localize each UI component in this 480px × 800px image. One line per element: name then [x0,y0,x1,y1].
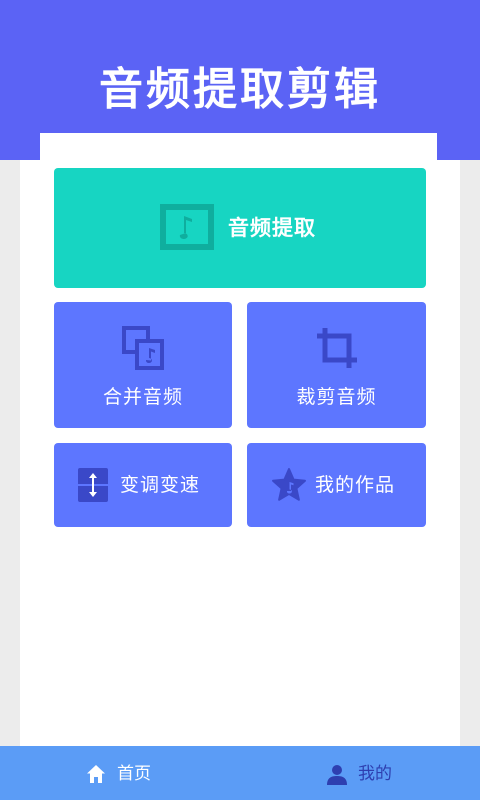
page-title: 音频提取剪辑 [99,64,381,115]
my-works-label: 我的作品 [315,474,396,496]
music-note-frame-icon [160,204,214,254]
bottom-tab-bar: 首页 我的 [0,746,480,800]
tab-home-label: 首页 [117,764,151,784]
tab-home[interactable]: 首页 [0,746,240,800]
extract-audio-label: 音频提取 [228,216,316,240]
merge-audio-button[interactable]: 合并音频 [54,302,232,428]
tab-mine[interactable]: 我的 [240,746,480,800]
pitch-speed-button[interactable]: 变调变速 [54,443,232,527]
crop-icon [315,326,359,374]
trim-audio-button[interactable]: 裁剪音频 [247,302,426,428]
pitch-speed-label: 变调变速 [120,474,201,496]
home-icon [86,764,106,788]
star-music-icon [271,467,307,507]
trim-audio-label: 裁剪音频 [296,386,377,408]
merge-music-icon [122,326,164,374]
vertical-arrows-icon [78,468,108,506]
extract-audio-button[interactable]: 音频提取 [54,168,426,288]
content-panel-top [40,133,437,163]
tab-mine-label: 我的 [358,764,392,784]
person-icon [327,764,347,789]
merge-audio-label: 合并音频 [102,386,183,408]
my-works-button[interactable]: 我的作品 [247,443,426,527]
